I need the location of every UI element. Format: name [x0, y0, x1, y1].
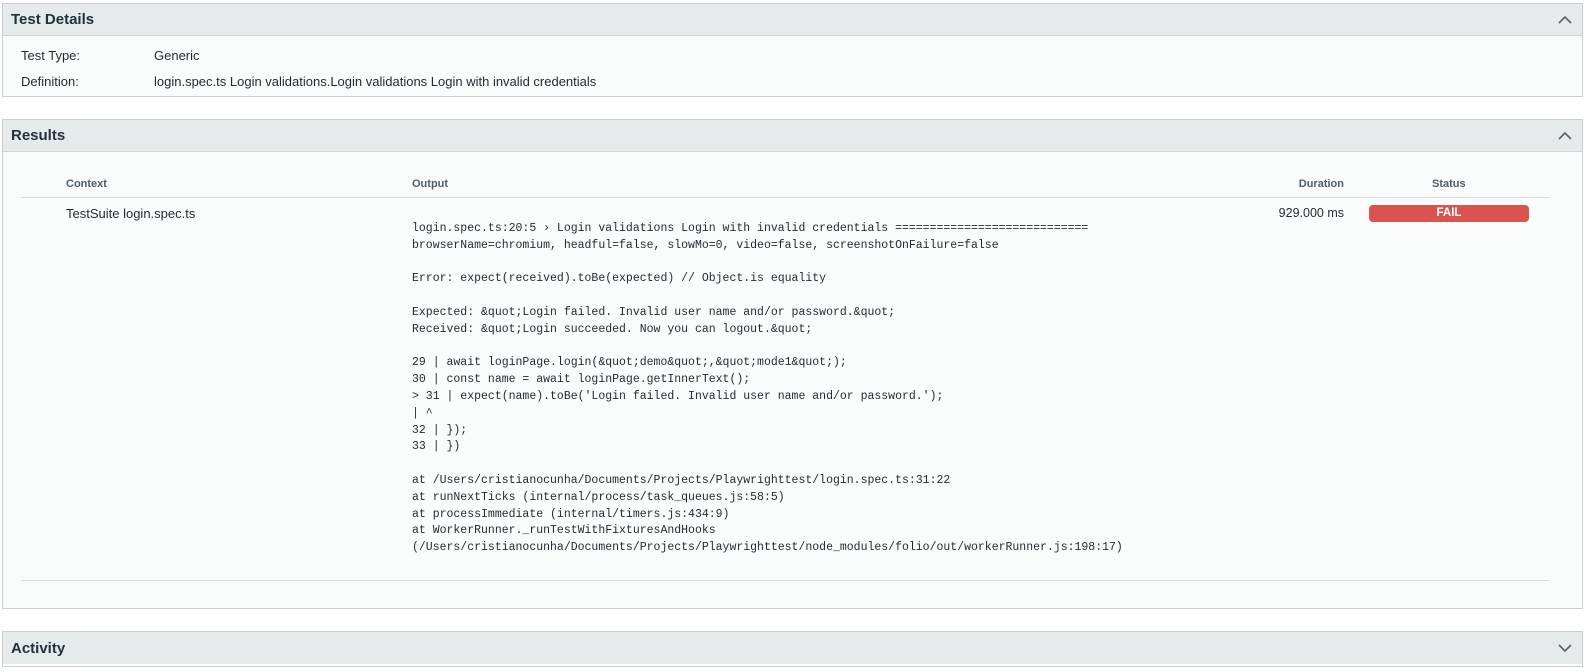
definition-label: Definition: — [21, 74, 79, 89]
chevron-up-icon[interactable] — [1556, 127, 1574, 145]
chevron-up-icon[interactable] — [1556, 11, 1574, 29]
column-header-duration[interactable]: Duration — [1299, 178, 1344, 190]
test-details-title: Test Details — [11, 11, 95, 28]
definition-value: login.spec.ts Login validations.Login va… — [154, 74, 597, 89]
test-details-panel: Test Details Test Type: Generic Definiti… — [2, 3, 1583, 97]
activity-panel: Activity — [2, 631, 1583, 667]
status-badge: FAIL — [1369, 205, 1529, 222]
test-type-label: Test Type: — [21, 48, 81, 63]
results-body: Context Output Duration Status TestSuite… — [3, 152, 1582, 608]
activity-title: Activity — [11, 639, 66, 657]
test-details-body: Test Type: Generic Definition: login.spe… — [3, 36, 1582, 96]
table-header-divider — [21, 197, 1549, 198]
column-header-context[interactable]: Context — [66, 178, 107, 190]
row-context: TestSuite login.spec.ts — [66, 206, 196, 221]
results-panel: Results Context Output Duration Status T… — [2, 119, 1583, 609]
activity-header[interactable]: Activity — [3, 632, 1582, 664]
column-header-status[interactable]: Status — [1432, 178, 1466, 190]
test-type-value: Generic — [154, 48, 200, 63]
chevron-down-icon[interactable] — [1556, 639, 1574, 657]
row-duration: 929.000 ms — [1278, 206, 1344, 220]
column-header-output[interactable]: Output — [412, 178, 448, 190]
test-details-header[interactable]: Test Details — [3, 4, 1582, 36]
table-row-divider — [21, 580, 1549, 581]
results-table: Context Output Duration Status TestSuite… — [21, 120, 1549, 581]
row-output: login.spec.ts:20:5 › Login validations L… — [412, 222, 1123, 555]
